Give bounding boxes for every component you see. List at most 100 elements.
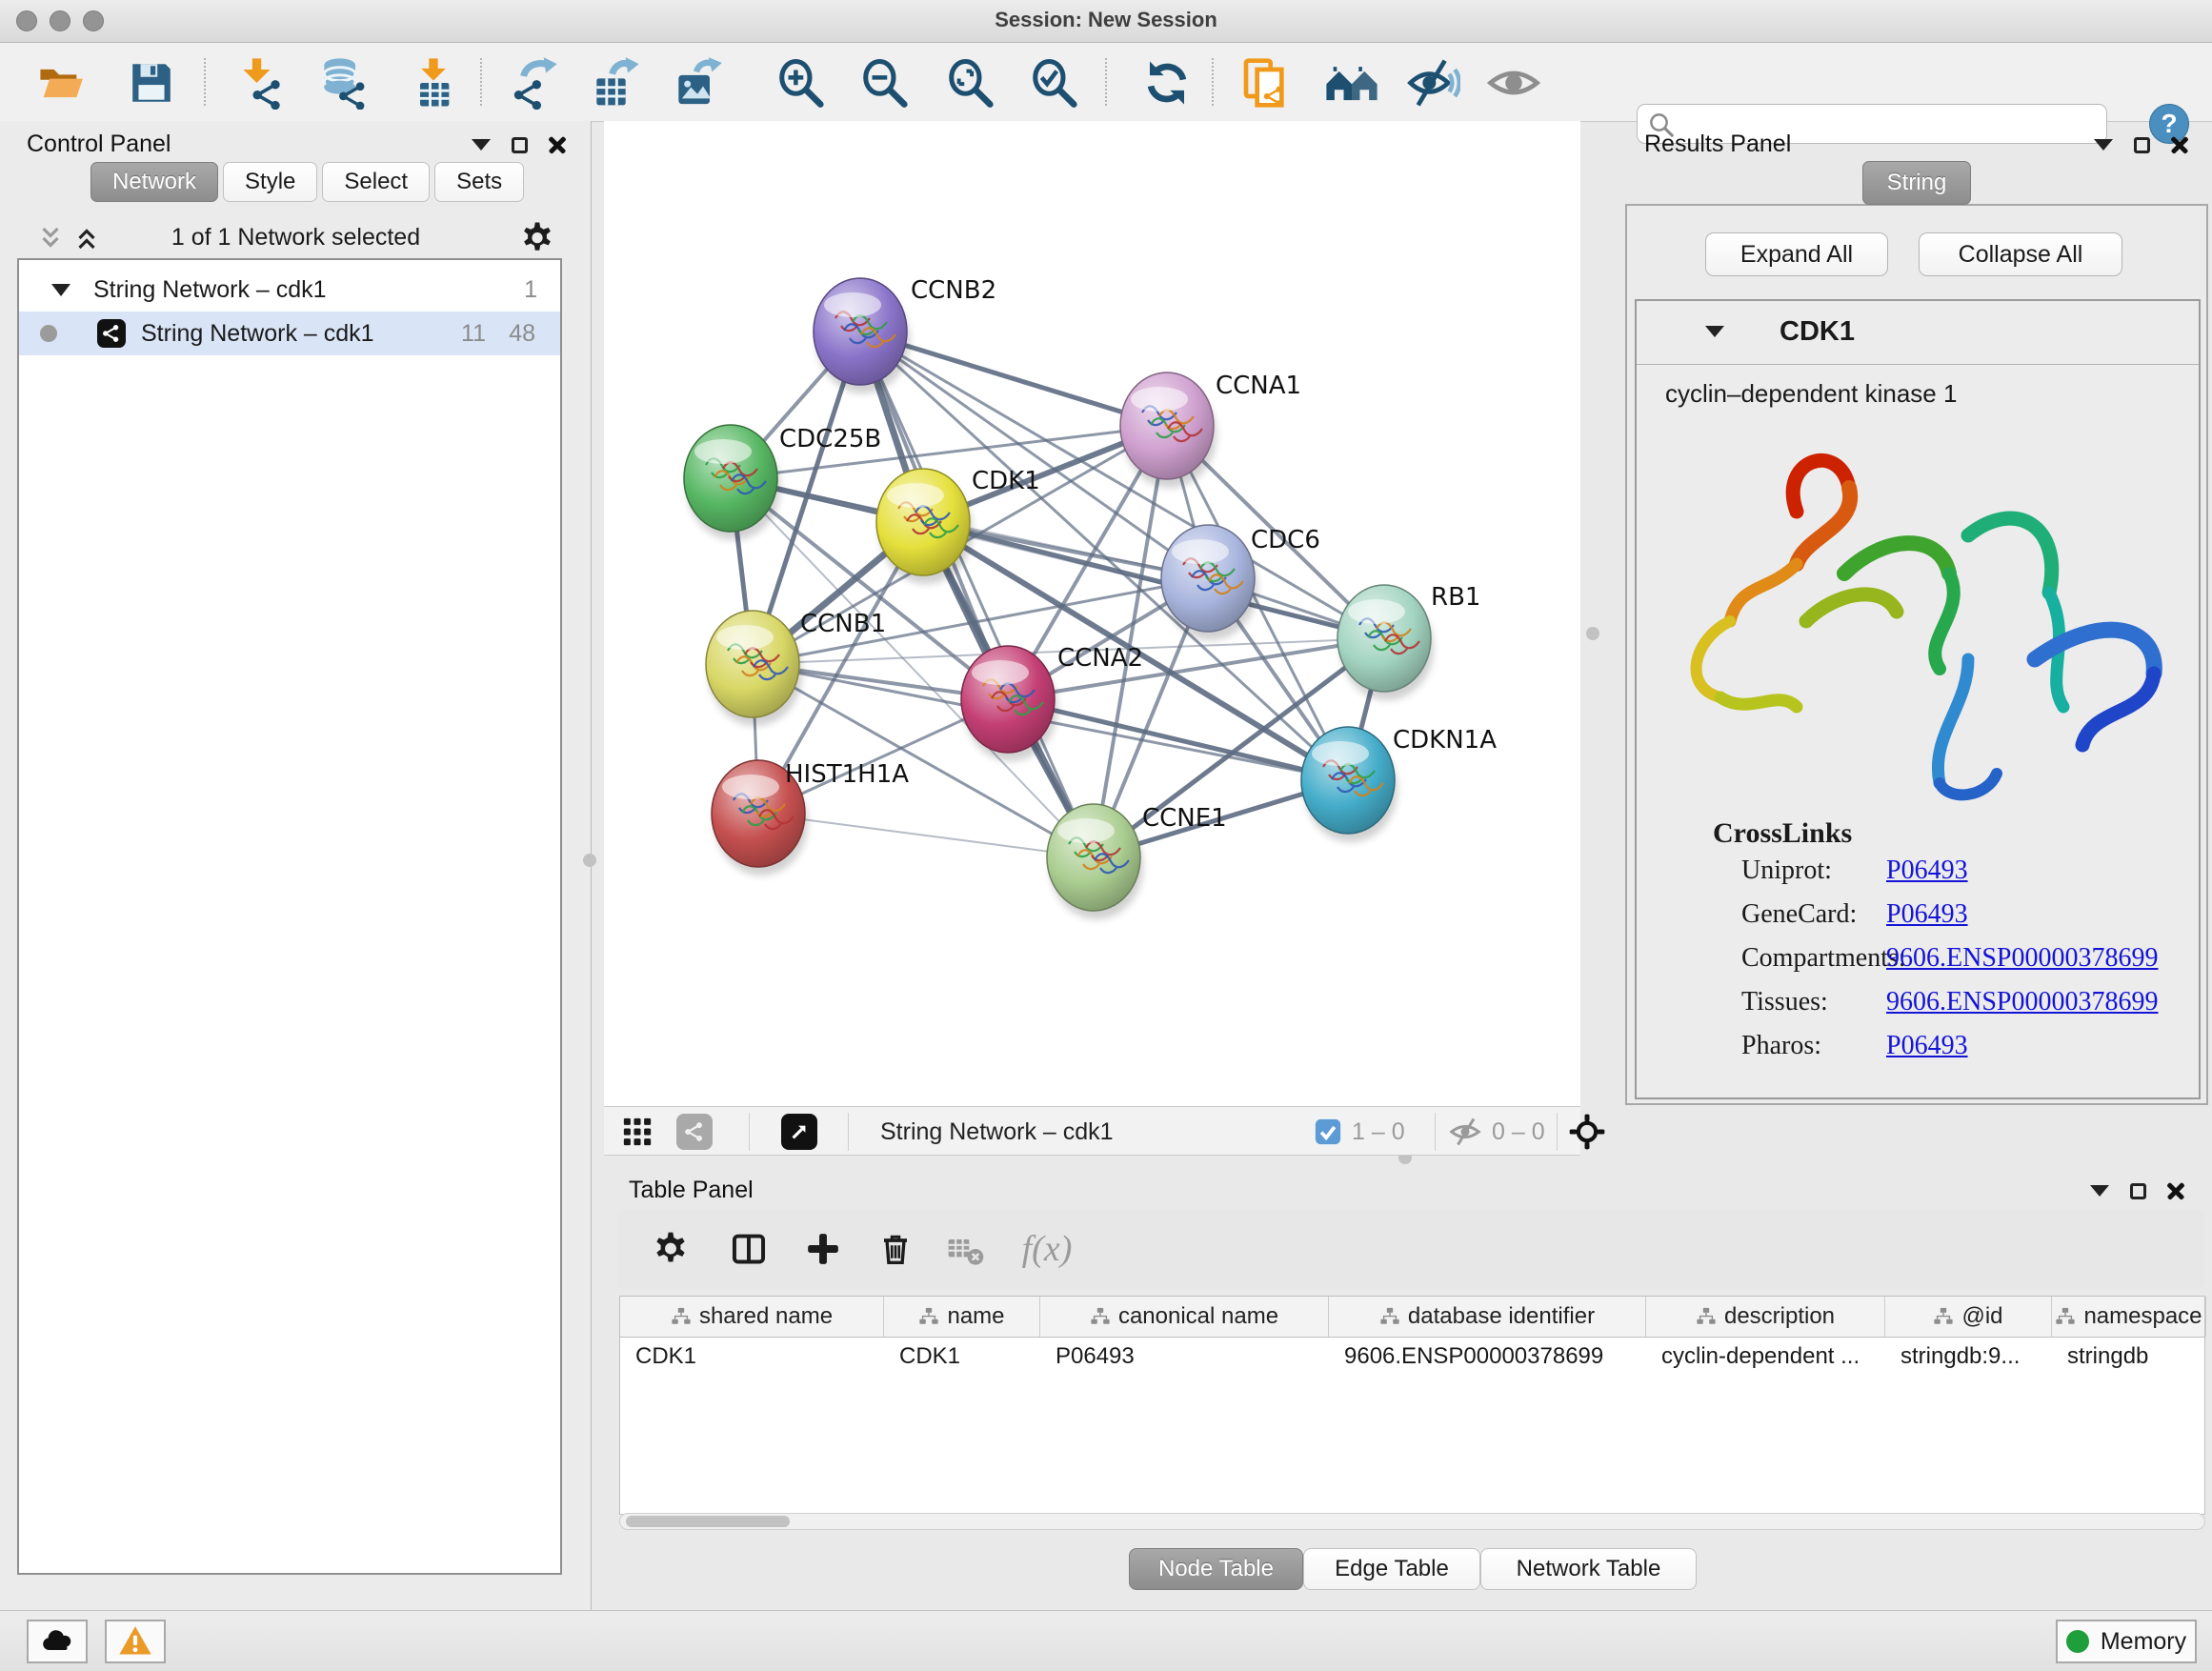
warnings-button[interactable] [105,1620,166,1663]
network-row-selected[interactable]: String Network – cdk1 11 48 [19,312,560,355]
save-session-button[interactable] [124,55,179,111]
show-columns-button[interactable] [722,1222,775,1276]
tab-string[interactable]: String [1862,161,1971,205]
gene-header[interactable]: CDK1 [1637,301,2199,365]
network-share-button[interactable] [676,1113,713,1151]
import-network-button[interactable] [232,55,288,111]
zoom-out-button[interactable] [857,55,913,111]
zoom-in-button[interactable] [774,55,829,111]
selected-checkbox-icon[interactable] [1314,1117,1342,1146]
crosslink-genecard-link[interactable]: P06493 [1886,899,1968,930]
status-bar: Memory [0,1610,2212,1671]
main-toolbar: ? [0,43,2212,122]
cell-database-identifier[interactable]: 9606.ENSP00000378699 [1329,1337,1646,1377]
cell--id[interactable]: stringdb:9... [1885,1337,2052,1377]
toolbar-separator [1557,1113,1558,1151]
show-all-button[interactable] [1486,55,1541,111]
open-session-button[interactable] [32,55,88,111]
network-node-CCNA1[interactable] [1120,372,1217,488]
close-panel-icon[interactable] [2171,136,2188,153]
network-collection-row[interactable]: String Network – cdk1 1 [19,268,560,312]
crosslink-tissues-link[interactable]: 9606.ENSP00000378699 [1886,987,2158,1017]
function-builder-button[interactable]: f(x) [1006,1222,1088,1276]
column-header-shared-name[interactable]: shared name [620,1297,884,1337]
cell-canonical-name[interactable]: P06493 [1040,1337,1329,1377]
tab-node-table[interactable]: Node Table [1129,1548,1303,1590]
tab-network-table[interactable]: Network Table [1480,1548,1697,1590]
float-panel-icon[interactable] [2094,139,2113,151]
network-node-CCNB2[interactable] [814,278,910,393]
crosslink-uniprot-link[interactable]: P06493 [1886,856,1968,886]
cell-name[interactable]: CDK1 [884,1337,1040,1377]
right-splitter-grip[interactable] [1586,627,1599,640]
network-node-CDC25B[interactable] [684,425,780,540]
cloud-status-button[interactable] [27,1620,88,1663]
network-node-CCNE1[interactable] [1047,804,1143,919]
zoom-selected-button[interactable] [1027,55,1082,111]
crosslink-compartments-link[interactable]: 9606.ENSP00000378699 [1886,943,2158,974]
tab-network[interactable]: Network [90,162,218,202]
import-table-button[interactable] [406,55,461,111]
table-row[interactable]: CDK1CDK1P064939606.ENSP00000378699cyclin… [620,1337,2204,1377]
column-header--id[interactable]: @id [1885,1297,2052,1337]
maximize-panel-icon[interactable] [2130,1183,2146,1199]
tab-edge-table[interactable]: Edge Table [1303,1548,1480,1590]
fit-content-button[interactable] [1568,1113,1606,1151]
network-node-CDKN1A[interactable] [1301,727,1398,842]
network-node-CCNB1[interactable] [706,611,802,726]
collapse-all-button[interactable]: Collapse All [1919,232,2122,276]
gene-collapse-caret-icon[interactable] [1705,326,1724,337]
maximize-panel-icon[interactable] [2134,137,2150,153]
grid-view-button[interactable] [621,1113,654,1151]
grid-icon [621,1116,654,1148]
delete-table-button[interactable] [939,1222,993,1276]
collection-caret-icon[interactable] [51,284,70,296]
cell-shared-name[interactable]: CDK1 [620,1337,884,1377]
close-panel-icon[interactable] [549,136,566,153]
memory-button[interactable]: Memory [2056,1620,2197,1663]
column-header-canonical-name[interactable]: canonical name [1040,1297,1329,1337]
tab-select[interactable]: Select [322,162,430,202]
scrollbar-thumb[interactable] [626,1516,790,1527]
tab-sets[interactable]: Sets [434,162,524,202]
node-label-CCNA2: CCNA2 [1057,644,1143,673]
float-panel-icon[interactable] [472,139,491,151]
network-canvas[interactable]: CCNB2CCNA1CDC25BCDK1CDC6RB1CCNB1CCNA2CDK… [604,121,1580,1106]
export-image-button[interactable] [669,55,724,111]
delete-column-button[interactable] [869,1222,922,1276]
network-node-CDK1[interactable] [876,469,973,584]
import-database-button[interactable] [314,55,370,111]
maximize-panel-icon[interactable] [512,137,528,153]
node-label-CDK1: CDK1 [972,467,1040,495]
table-settings-button[interactable] [644,1222,697,1276]
column-header-description[interactable]: description [1646,1297,1885,1337]
column-header-name[interactable]: name [884,1297,1040,1337]
hidden-eye-icon[interactable] [1448,1115,1482,1149]
create-column-button[interactable] [796,1222,850,1276]
cell-description[interactable]: cyclin-dependent ... [1646,1337,1885,1377]
column-header-namespace[interactable]: namespace [2052,1297,2206,1337]
first-neighbors-button[interactable] [1324,55,1379,111]
open-folder-icon [35,58,85,108]
float-panel-icon[interactable] [2090,1185,2109,1197]
zoom-fit-button[interactable] [943,55,998,111]
clone-network-button[interactable] [1238,55,1294,111]
network-node-CCNA2[interactable] [961,646,1057,761]
close-panel-icon[interactable] [2167,1182,2184,1199]
birdseye-toggle-button[interactable] [781,1113,817,1151]
network-selection-bar: 1 of 1 Network selected [0,216,592,258]
tab-style[interactable]: Style [223,162,317,202]
export-table-button[interactable] [587,55,642,111]
gear-icon[interactable] [520,221,554,255]
expand-all-button[interactable]: Expand All [1705,232,1888,276]
column-header-database-identifier[interactable]: database identifier [1329,1297,1646,1337]
export-network-button[interactable] [505,55,560,111]
crosslink-pharos-link[interactable]: P06493 [1886,1031,1968,1061]
hide-selected-button[interactable] [1406,55,1461,111]
table-horizontal-scrollbar[interactable] [619,1513,2205,1530]
network-node-RB1[interactable] [1337,585,1434,700]
left-splitter-grip[interactable] [583,854,596,867]
cell-namespace[interactable]: stringdb [2052,1337,2206,1377]
refresh-layout-button[interactable] [1139,55,1195,111]
memory-label: Memory [2101,1628,2186,1656]
